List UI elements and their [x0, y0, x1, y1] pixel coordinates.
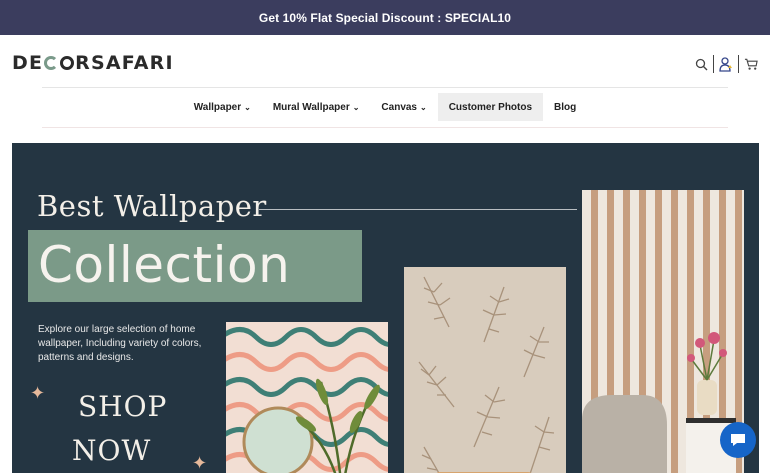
wallpaper-preview-stripes[interactable]: [582, 190, 744, 473]
hero-banner[interactable]: Best Wallpaper Collection Explore our la…: [12, 143, 759, 473]
site-logo[interactable]: DE RSAFARI: [12, 52, 174, 74]
wallpaper-preview-waves[interactable]: [226, 322, 388, 473]
logo-mark-icon: [44, 56, 59, 70]
main-nav: Wallpaper ⌄ Mural Wallpaper ⌄ Canvas ⌄ C…: [0, 93, 770, 121]
shop-now-line2: NOW: [72, 434, 152, 467]
chat-bubble-icon: [731, 434, 745, 446]
nav-item-wallpaper[interactable]: Wallpaper ⌄: [183, 93, 262, 121]
nav-item-canvas[interactable]: Canvas ⌄: [370, 93, 437, 121]
header-divider: [713, 55, 714, 73]
header-divider: [738, 55, 739, 73]
logo-text-start: DE: [12, 52, 44, 74]
site-header: DE RSAFARI: [0, 35, 770, 87]
logo-text-end: RSAFARI: [75, 52, 174, 74]
hero-description: Explore our large selection of home wall…: [38, 324, 202, 363]
hero-title-emphasis: Collection: [38, 236, 291, 294]
chevron-down-icon: ⌄: [420, 102, 427, 112]
nav-item-label: Canvas: [381, 101, 417, 113]
sparkle-icon: ✦: [30, 383, 46, 403]
cart-icon[interactable]: [744, 56, 758, 72]
sparkle-icon: ✦: [192, 453, 208, 473]
wallpaper-preview-botanical[interactable]: [404, 267, 566, 473]
nav-item-label: Mural Wallpaper: [272, 101, 350, 113]
shop-now-line1: SHOP: [78, 390, 168, 423]
nav-item-blog[interactable]: Blog: [543, 93, 587, 121]
nav-divider-bottom: [42, 127, 728, 128]
nav-item-customer-photos[interactable]: Customer Photos: [437, 93, 544, 121]
user-icon[interactable]: [719, 56, 733, 72]
header-actions: [694, 55, 758, 73]
promo-banner: Get 10% Flat Special Discount : SPECIAL1…: [0, 0, 770, 35]
shop-now-button[interactable]: SHOP NOW: [72, 385, 168, 473]
hero-title: Best Wallpaper: [37, 189, 267, 223]
chat-button[interactable]: [720, 422, 756, 458]
promo-text: Get 10% Flat Special Discount : SPECIAL1…: [258, 10, 512, 25]
search-icon[interactable]: [694, 56, 708, 72]
chevron-down-icon: ⌄: [352, 102, 360, 112]
nav-item-label: Customer Photos: [448, 101, 533, 113]
chevron-down-icon: ⌄: [244, 102, 251, 112]
nav-item-mural-wallpaper[interactable]: Mural Wallpaper ⌄: [262, 93, 371, 121]
nav-item-label: Wallpaper: [193, 101, 242, 113]
nav-item-label: Blog: [554, 101, 577, 113]
logo-mark-ring-icon: [60, 56, 75, 70]
nav-divider-top: [42, 87, 728, 88]
hero-decor-line: [259, 209, 577, 210]
